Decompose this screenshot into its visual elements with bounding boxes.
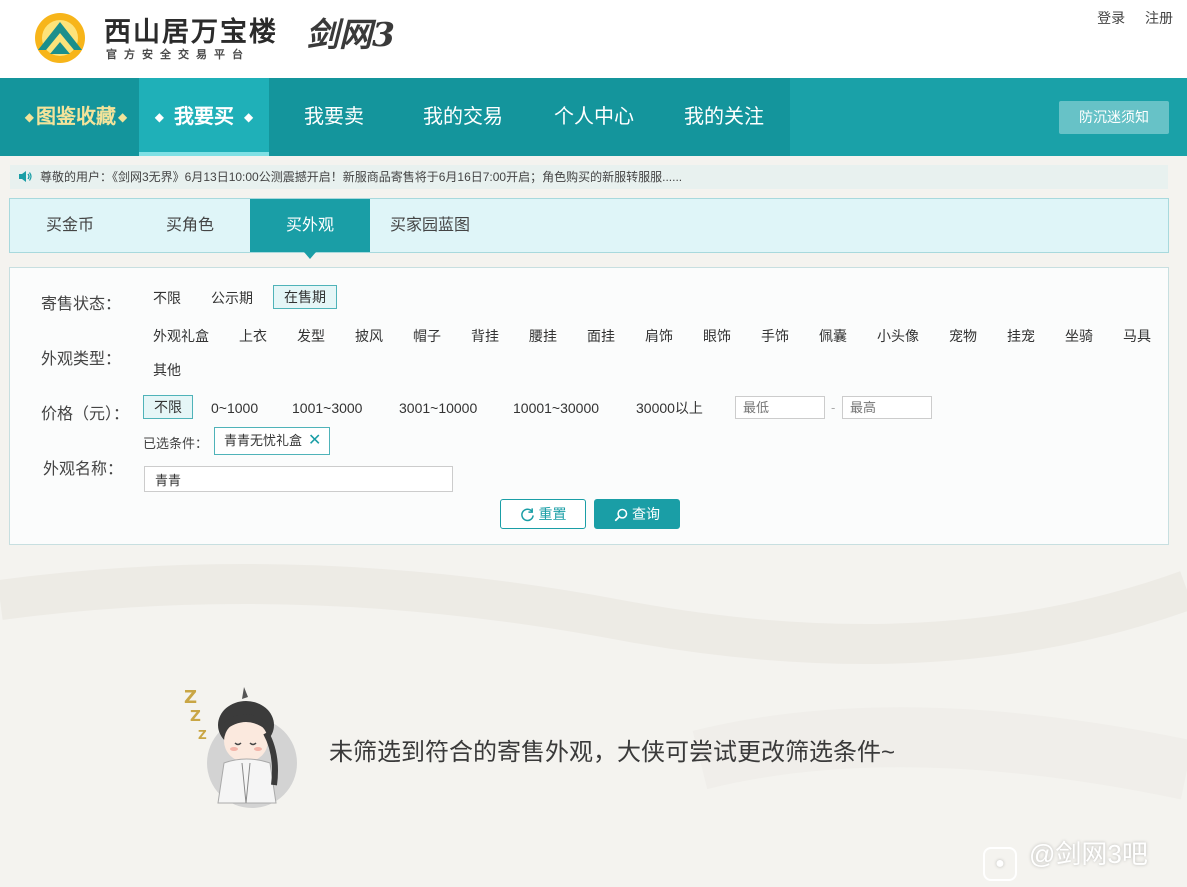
query-button-label: 查询 (632, 506, 660, 522)
price-min-input[interactable] (735, 396, 825, 419)
svg-text:Z: Z (190, 707, 201, 725)
price-option[interactable]: 1001~3000 (282, 396, 372, 420)
type-label: 外观类型： (41, 351, 122, 368)
anti-addiction-button[interactable]: 防沉迷须知 (1059, 101, 1169, 134)
leaf-icon: ◆ (24, 110, 34, 124)
tab-buy-role[interactable]: 买角色 (130, 199, 250, 252)
type-option[interactable]: 腰挂 (519, 324, 567, 348)
login-link[interactable]: 登录 (1097, 10, 1125, 26)
buy-category-tabs: 买金币 买角色 买外观 买家园蓝图 (9, 198, 1169, 259)
type-option[interactable]: 手饰 (751, 324, 799, 348)
price-range-dash: - (831, 400, 836, 415)
price-option[interactable]: 3001~10000 (389, 396, 487, 420)
status-option-on-sale[interactable]: 在售期 (273, 285, 337, 309)
type-option[interactable]: 面挂 (577, 324, 625, 348)
status-option-any[interactable]: 不限 (143, 286, 191, 310)
diamond-icon: ◆ (154, 110, 164, 124)
status-label: 寄售状态： (41, 296, 122, 313)
search-icon (614, 508, 628, 522)
nav-item-profile[interactable]: 个人中心 (536, 78, 652, 156)
reset-button[interactable]: 重置 (500, 499, 586, 529)
appearance-name-label: 外观名称： (43, 461, 124, 478)
diamond-icon: ◆ (244, 110, 254, 124)
price-option-any[interactable]: 不限 (143, 395, 193, 419)
tab-buy-homeland-blueprint[interactable]: 买家园蓝图 (370, 199, 490, 252)
site-title: 西山居万宝楼 (104, 17, 278, 48)
account-links: 登录 注册 (1081, 8, 1173, 28)
type-option[interactable]: 其他 (143, 358, 191, 382)
tieba-paw-icon: ● (983, 847, 1017, 881)
selected-chip-text: 青青无忧礼盒 (224, 433, 303, 448)
price-max-input[interactable] (842, 396, 932, 419)
status-option-publicity[interactable]: 公示期 (201, 286, 263, 310)
nav-item-buy[interactable]: ◆ 我要买 ◆ (139, 78, 269, 156)
type-option[interactable]: 上衣 (229, 324, 277, 348)
tab-buy-appearance[interactable]: 买外观 (250, 199, 370, 259)
site-subtitle: 官方安全交易平台 (106, 49, 250, 61)
type-option[interactable]: 肩饰 (635, 324, 683, 348)
svg-text:Z: Z (198, 728, 207, 742)
empty-result-message: 未筛选到符合的寄售外观，大侠可尝试更改筛选条件~ (329, 739, 896, 766)
type-option[interactable]: 发型 (287, 324, 335, 348)
price-option[interactable]: 10001~30000 (503, 396, 609, 420)
speaker-icon (19, 171, 32, 182)
watermark-text: @剑网3吧 (1029, 839, 1148, 869)
price-option[interactable]: 30000以上 (626, 396, 713, 420)
type-option[interactable]: 佩囊 (809, 324, 857, 348)
type-option[interactable]: 挂宠 (997, 324, 1045, 348)
type-option[interactable]: 帽子 (403, 324, 451, 348)
nav-item-collection[interactable]: ◆ 图鉴收藏 ◆ (18, 78, 134, 156)
selected-conditions-label: 已选条件： (143, 436, 209, 451)
type-option[interactable]: 宠物 (939, 324, 987, 348)
type-option[interactable]: 外观礼盒 (143, 324, 219, 348)
announcement-text: 尊敬的用户：《剑网3无界》6月13日10:00公测震撼开启！新服商品寄售将于6月… (40, 170, 683, 184)
selected-chip: 青青无忧礼盒 ✕ (214, 427, 331, 455)
type-option[interactable]: 小头像 (867, 324, 929, 348)
type-option[interactable]: 眼饰 (693, 324, 741, 348)
nav-item-following[interactable]: 我的关注 (666, 78, 782, 156)
filter-panel: 寄售状态： 不限 公示期 在售期 外观类型： 外观礼盒 上衣 发型 披风 帽子 … (9, 267, 1169, 545)
close-icon[interactable]: ✕ (308, 432, 321, 449)
type-option[interactable]: 坐骑 (1055, 324, 1103, 348)
query-button[interactable]: 查询 (594, 499, 680, 529)
xishanju-logo-icon (35, 13, 85, 63)
type-option[interactable]: 背挂 (461, 324, 509, 348)
tab-buy-gold[interactable]: 买金币 (10, 199, 130, 252)
site-header: 西山居万宝楼 官方安全交易平台 剑网3 登录 注册 (0, 0, 1187, 78)
leaf-icon: ◆ (118, 110, 128, 124)
price-option[interactable]: 0~1000 (201, 396, 268, 420)
type-option[interactable]: 披风 (345, 324, 393, 348)
nav-item-my-trades[interactable]: 我的交易 (404, 78, 522, 156)
sleeping-mascot-icon: Z Z Z (184, 687, 297, 808)
game-logo[interactable]: 剑网3 (306, 8, 395, 56)
nav-item-label: 图鉴收藏 (36, 106, 116, 128)
svg-text:Z: Z (184, 687, 197, 708)
nav-item-label: 我要买 (174, 106, 234, 128)
register-link[interactable]: 注册 (1145, 10, 1173, 26)
refresh-icon (520, 508, 534, 522)
type-option[interactable]: 马具 (1113, 324, 1161, 348)
reset-button-label: 重置 (538, 506, 567, 522)
appearance-name-input[interactable] (144, 466, 453, 492)
announcement-bar[interactable]: 尊敬的用户：《剑网3无界》6月13日10:00公测震撼开启！新服商品寄售将于6月… (10, 165, 1168, 189)
watermark: ● @剑网3吧 (983, 834, 1148, 881)
nav-item-sell[interactable]: 我要卖 (279, 78, 389, 156)
main-nav: ◆ 图鉴收藏 ◆ ◆ 我要买 ◆ 我要卖 我的交易 个人中心 我的关注 防沉迷须知 (0, 78, 1187, 156)
price-label: 价格（元）： (41, 406, 130, 423)
